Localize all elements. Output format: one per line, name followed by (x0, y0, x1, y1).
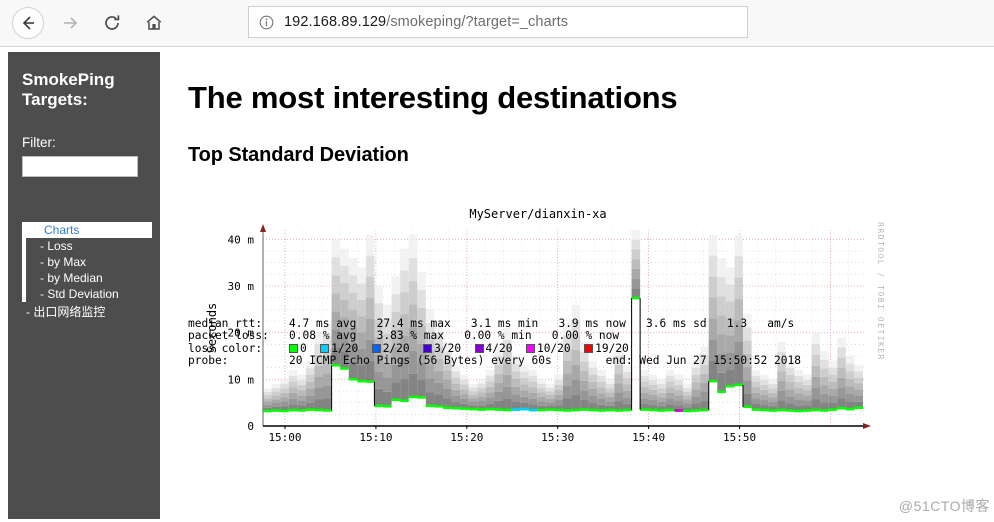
loss-color-label: 1/20 (331, 341, 372, 355)
stats-row-probe: probe: 20 ICMP Echo Pings (56 Bytes) eve… (188, 354, 801, 368)
loss-color-swatch (320, 343, 330, 353)
rrdtool-watermark: RRDTOOL / TOBI OETIKER (876, 222, 885, 361)
back-arrow-icon (22, 16, 34, 30)
stats-loss-label: packet loss: (188, 329, 269, 343)
stats-loss-now: 0.00 % now (551, 329, 620, 343)
sidebar-item-loss[interactable]: - Loss (26, 238, 152, 254)
stats-row-loss: packet loss: 0.08 % avg 3.83 % max 0.00 … (188, 329, 619, 342)
back-button-circle (12, 7, 44, 39)
sidebar-item-std-deviation[interactable]: - Std Deviation (26, 286, 152, 302)
loss-color-label: 3/20 (434, 341, 475, 355)
sidebar-item-export-network-monitor[interactable]: - 出口网络监控 (22, 302, 146, 321)
chart-title: MyServer/dianxin-xa (469, 207, 606, 221)
section-title: Top Standard Deviation (188, 144, 409, 166)
browser-chrome: 192.168.89.129/smokeping/?target=_charts (0, 0, 994, 47)
loss-color-label: 2/20 (382, 341, 424, 355)
loss-color-swatch (423, 343, 433, 353)
home-icon (146, 15, 162, 30)
stats-row-rtt: median rtt: 4.7 ms avg 27.4 ms max 3.1 m… (188, 317, 794, 330)
y-tick-label: 30 m (228, 280, 255, 293)
sidebar-item-charts[interactable]: Charts (22, 221, 152, 238)
stats-loss-color-label: loss color: (188, 341, 263, 355)
loss-color-swatch (289, 343, 299, 353)
back-button[interactable] (8, 3, 48, 43)
main-content: The most interesting destinations Top St… (188, 47, 994, 519)
stats-loss-min: 0.00 % min (464, 329, 532, 343)
loss-color-swatch (371, 343, 381, 353)
x-tick-label: 15:00 (268, 431, 301, 444)
loss-color-legend: 0 1/20 2/20 3/20 4/20 10/20 19/20 (289, 342, 629, 355)
x-tick-label: 15:10 (359, 431, 392, 444)
stats-rtt-label: median rtt: (188, 316, 263, 330)
browser-nav-buttons (8, 3, 174, 43)
sidebar-item-by-max[interactable]: - by Max (26, 254, 152, 270)
y-tick-label: 40 m (228, 233, 255, 246)
sidebar-item-by-median[interactable]: - by Median (26, 270, 152, 286)
y-tick-label: 0 (247, 420, 254, 433)
x-tick-label: 15:30 (541, 431, 574, 444)
sidebar-subitems: - Loss - by Max - by Median - Std Deviat… (22, 237, 152, 302)
stats-probe-value: 20 ICMP Echo Pings (56 Bytes) every 60s (289, 354, 552, 368)
site-info-icon[interactable] (259, 15, 274, 30)
stats-row-loss-color: loss color: 0 1/20 2/20 3/20 4/20 10/20 … (188, 342, 629, 355)
forward-arrow-icon (64, 17, 78, 29)
x-axis-ticks: 15:00 15:10 15:20 15:30 15:40 15:50 (268, 426, 756, 444)
home-button[interactable] (134, 3, 174, 43)
loss-color-label: 19/20 (595, 341, 629, 355)
loss-color-label: 10/20 (536, 341, 585, 355)
reload-icon (105, 15, 120, 30)
loss-color-label: 0 (300, 341, 321, 355)
url-host: 192.168.89.129 (284, 14, 387, 30)
site-watermark: @51CTO博客 (898, 498, 990, 514)
x-tick-label: 15:40 (632, 431, 665, 444)
address-bar[interactable]: 192.168.89.129/smokeping/?target=_charts (248, 6, 748, 38)
loss-color-swatch (584, 343, 594, 353)
filter-input[interactable] (22, 155, 138, 177)
x-tick-label: 15:50 (723, 431, 756, 444)
stats-loss-avg: 0.08 % avg (289, 329, 357, 343)
page-content: SmokePing Targets: Filter: Charts - Loss… (0, 47, 994, 519)
page-title: The most interesting destinations (188, 80, 678, 115)
loss-color-label: 4/20 (485, 341, 526, 355)
stats-probe-label: probe: (188, 354, 229, 368)
sidebar: SmokePing Targets: Filter: Charts - Loss… (8, 52, 160, 519)
reload-button[interactable] (92, 3, 132, 43)
graph-stats: median rtt: 4.7 ms avg 27.4 ms max 3.1 m… (188, 305, 801, 381)
stats-rtt-values: 4.7 ms avg 27.4 ms max 3.1 ms min 3.9 ms… (289, 316, 795, 330)
forward-button[interactable] (50, 3, 90, 43)
nav-tree: Charts - Loss - by Max - by Median - Std… (22, 221, 152, 321)
x-tick-label: 15:20 (450, 431, 483, 444)
stats-loss-max: 3.83 % max (376, 329, 444, 343)
sidebar-title: SmokePing Targets: (22, 70, 115, 110)
filter-label: Filter: (22, 134, 56, 150)
url-path: /smokeping/?target=_charts (386, 14, 569, 30)
stats-end-time: end: Wed Jun 27 15:50:52 2018 (605, 354, 801, 368)
loss-color-swatch (525, 343, 535, 353)
url-text: 192.168.89.129/smokeping/?target=_charts (284, 14, 568, 30)
loss-color-swatch (474, 343, 484, 353)
